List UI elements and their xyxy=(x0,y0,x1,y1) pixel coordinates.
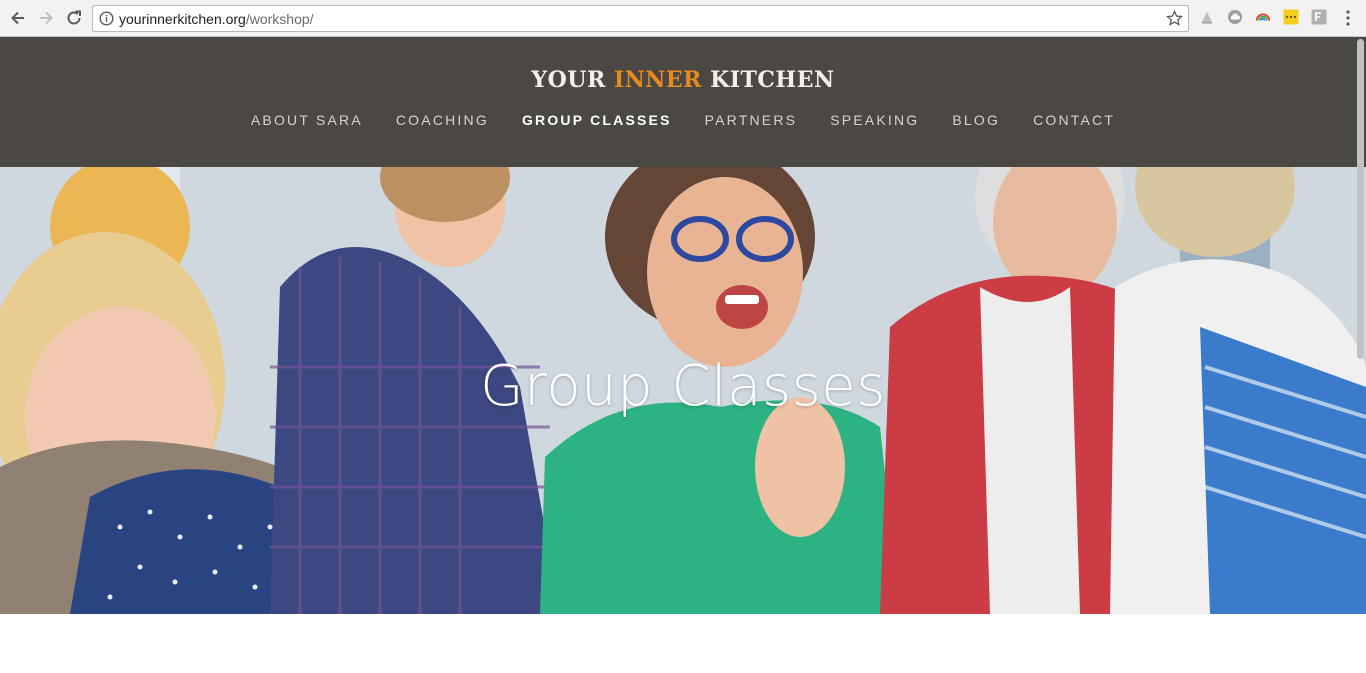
nav-partners[interactable]: PARTNERS xyxy=(688,112,814,128)
nav-coaching[interactable]: COACHING xyxy=(379,112,505,128)
extension-cloud-icon[interactable] xyxy=(1227,9,1243,25)
reload-icon xyxy=(67,10,81,25)
nav-contact[interactable]: CONTACT xyxy=(1017,112,1132,128)
extension-rainbow-icon[interactable] xyxy=(1255,9,1271,25)
nav-blog[interactable]: BLOG xyxy=(936,112,1017,128)
hero-banner: Group Classes xyxy=(0,167,1366,614)
nav-about-sara[interactable]: ABOUT SARA xyxy=(234,112,379,128)
reload-button[interactable] xyxy=(64,8,84,28)
url-host: yourinnerkitchen.org xyxy=(119,11,246,27)
browser-toolbar: yourinnerkitchen.org/workshop/ xyxy=(0,0,1366,37)
site-logo[interactable]: YOUR INNER KITCHEN xyxy=(0,67,1366,93)
browser-menu-icon[interactable] xyxy=(1343,9,1353,27)
main-nav: ABOUT SARA COACHING GROUP CLASSES PARTNE… xyxy=(0,112,1366,128)
url-text: yourinnerkitchen.org/workshop/ xyxy=(119,11,314,27)
hero-title: Group Classes xyxy=(480,354,886,419)
logo-word-inner: INNER xyxy=(613,67,702,93)
forward-button[interactable] xyxy=(36,8,56,28)
forward-arrow-icon xyxy=(40,11,53,25)
back-arrow-icon xyxy=(11,11,24,25)
site-header: YOUR INNER KITCHEN ABOUT SARA COACHING G… xyxy=(0,37,1366,167)
back-button[interactable] xyxy=(8,8,28,28)
scrollbar-thumb[interactable] xyxy=(1357,39,1364,359)
address-bar[interactable]: yourinnerkitchen.org/workshop/ xyxy=(92,5,1189,32)
nav-speaking[interactable]: SPEAKING xyxy=(814,112,936,128)
bookmark-star-icon[interactable] xyxy=(1166,10,1183,27)
extension-notes-icon[interactable] xyxy=(1283,9,1299,25)
extension-drive-upload-icon[interactable] xyxy=(1199,9,1215,25)
url-path: /workshop/ xyxy=(245,11,314,27)
info-icon[interactable] xyxy=(99,11,114,26)
page-scrollbar[interactable] xyxy=(1355,37,1366,614)
logo-word-your: YOUR xyxy=(531,67,606,93)
nav-group-classes[interactable]: GROUP CLASSES xyxy=(505,112,688,128)
extension-font-icon[interactable] xyxy=(1311,9,1327,25)
logo-word-kitchen: KITCHEN xyxy=(710,67,835,93)
